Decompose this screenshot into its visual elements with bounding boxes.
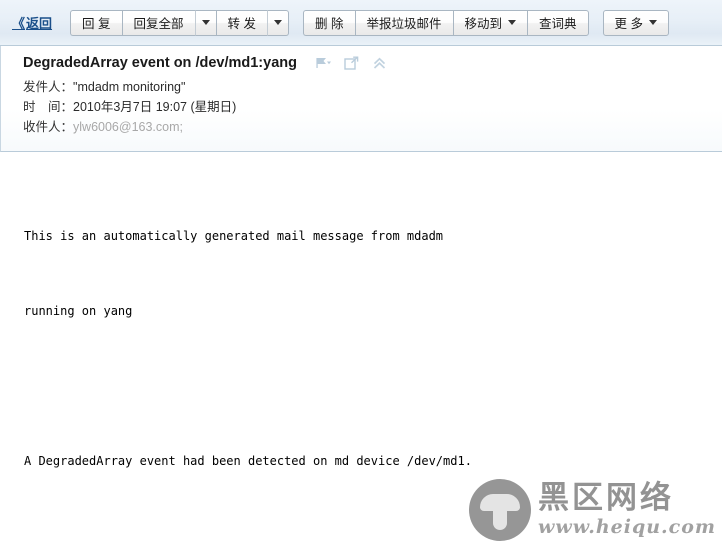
from-value: "mdadm monitoring" [73, 80, 186, 94]
date-value: 2010年3月7日 19:07 (星期日) [73, 100, 237, 114]
back-link-label: 返回 [26, 16, 53, 31]
watermark-brand: 黑区网络 [538, 480, 675, 516]
date-label: 时 间： [23, 100, 74, 114]
chevron-down-icon [274, 20, 283, 25]
mail-subject: DegradedArray event on /dev/md1:yang [23, 55, 297, 71]
to-value[interactable]: ylw6006@163.com; [73, 120, 183, 134]
from-row: 发件人："mdadm monitoring" [23, 77, 722, 97]
report-spam-button-label: 举报垃圾邮件 [366, 17, 442, 31]
report-spam-button[interactable]: 举报垃圾邮件 [354, 9, 453, 36]
reply-all-dropdown-button[interactable] [194, 9, 216, 36]
watermark-url: www.heiqu.com [538, 516, 716, 538]
delete-button[interactable]: 删 除 [303, 9, 355, 36]
reply-button-group: 回 复 回复全部 转 发 [70, 9, 290, 36]
to-label: 收件人： [23, 120, 74, 134]
subject-action-icons [315, 56, 387, 71]
move-to-button[interactable]: 移动到 [452, 9, 528, 36]
mail-reading-page: 《返回 回 复 回复全部 转 发 删 除 举报垃圾邮件 移动到 查词典 更 多 … [0, 0, 722, 545]
reply-all-button[interactable]: 回复全部 [121, 9, 195, 36]
chevron-down-icon [508, 20, 517, 25]
move-to-button-label: 移动到 [464, 17, 503, 31]
watermark-text: 黑区网络 www.heiqu.com [538, 483, 716, 537]
open-in-new-window-icon[interactable] [344, 56, 359, 71]
mail-toolbar: 《返回 回 复 回复全部 转 发 删 除 举报垃圾邮件 移动到 查词典 更 多 [0, 0, 722, 46]
mail-header-panel: DegradedArray event on /dev/md1:yang 发件人… [0, 46, 722, 152]
more-button[interactable]: 更 多 [602, 9, 670, 36]
forward-dropdown-button[interactable] [267, 9, 290, 36]
back-link[interactable]: 《返回 [12, 13, 52, 32]
manage-button-group: 删 除 举报垃圾邮件 移动到 查词典 [303, 9, 589, 36]
from-label: 发件人： [23, 80, 74, 94]
mushroom-icon [469, 479, 532, 541]
site-watermark: 黑区网络 www.heiqu.com [469, 479, 716, 541]
forward-button[interactable]: 转 发 [215, 9, 268, 36]
body-line: A DegradedArray event had been detected … [24, 454, 472, 468]
mushroom-stem [493, 508, 508, 530]
body-line-blank [24, 374, 722, 399]
body-line: This is an automatically generated mail … [24, 229, 444, 243]
more-button-group: 更 多 [602, 9, 670, 36]
to-row: 收件人：ylw6006@163.com; [23, 117, 722, 137]
back-chevron-icon: 《 [12, 16, 26, 31]
dictionary-button-label: 查词典 [539, 17, 577, 31]
body-line: running on yang [24, 304, 133, 318]
collapse-up-icon[interactable] [372, 56, 387, 71]
subject-row: DegradedArray event on /dev/md1:yang [23, 55, 722, 71]
reply-all-button-label: 回复全部 [133, 17, 184, 31]
date-row: 时 间：2010年3月7日 19:07 (星期日) [23, 97, 722, 117]
reply-button-label: 回 复 [82, 17, 111, 31]
forward-button-label: 转 发 [227, 17, 257, 31]
flag-icon[interactable] [315, 56, 331, 70]
reply-button[interactable]: 回 复 [70, 9, 122, 36]
chevron-down-icon [201, 20, 210, 25]
chevron-down-icon [649, 20, 658, 25]
dictionary-button[interactable]: 查词典 [527, 9, 589, 36]
more-button-label: 更 多 [614, 17, 644, 31]
delete-button-label: 删 除 [315, 17, 344, 31]
